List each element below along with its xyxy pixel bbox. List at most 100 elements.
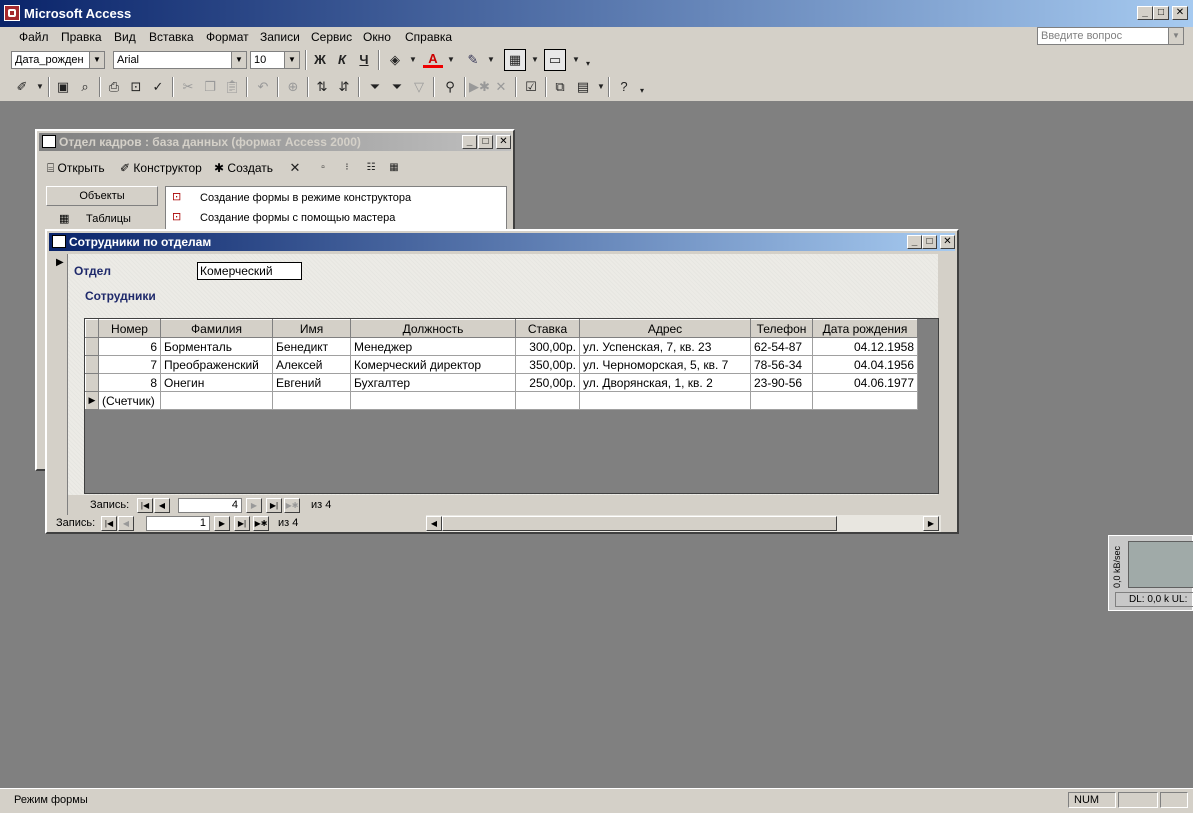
large-icons-icon[interactable]: ▫ (313, 158, 333, 178)
delete-record-icon[interactable]: ✕ (491, 77, 511, 97)
bold-button[interactable]: Ж (310, 50, 330, 70)
new-record-arrow-icon[interactable]: ▶ (85, 391, 99, 410)
new-object-icon[interactable]: ▤ (573, 77, 593, 97)
department-field[interactable]: Комерческий (197, 262, 302, 280)
cell-phone[interactable]: 78-56-34 (750, 355, 813, 374)
maximize-icon[interactable]: □ (1153, 6, 1169, 20)
cell-surname[interactable]: Преображенский (160, 355, 273, 374)
column-header-surname[interactable]: Фамилия (160, 319, 273, 338)
menu-edit[interactable]: Правка (61, 30, 102, 44)
cell-position[interactable]: Бухгалтер (350, 373, 516, 392)
field-select[interactable]: Дата_рожден ▼ (11, 51, 105, 69)
cell-empty[interactable] (160, 391, 273, 410)
cell-address[interactable]: ул. Черноморская, 5, кв. 7 (579, 355, 751, 374)
list-item[interactable]: Создание формы в режиме конструктора (200, 192, 411, 204)
menu-tools[interactable]: Сервис (311, 30, 352, 44)
first-record-icon[interactable]: |◀ (101, 516, 117, 531)
cell-number-new[interactable]: (Счетчик) (98, 391, 161, 410)
column-header-rate[interactable]: Ставка (515, 319, 580, 338)
last-record-icon[interactable]: ▶| (234, 516, 250, 531)
cell-empty[interactable] (750, 391, 813, 410)
print-icon[interactable]: ⎙ (104, 77, 124, 97)
cell-position[interactable]: Комерческий директор (350, 355, 516, 374)
column-header-phone[interactable]: Телефон (750, 319, 813, 338)
list-icon[interactable]: ☷ (361, 158, 381, 178)
new-record-icon[interactable]: ▶✱ (253, 516, 269, 531)
close-icon[interactable]: ✕ (496, 135, 511, 149)
new-record-icon[interactable]: ▶✱ (469, 77, 490, 97)
cell-birthdate[interactable]: 04.12.1958 (812, 337, 918, 356)
paste-icon[interactable]: 📋︎ (222, 77, 242, 97)
cell-number[interactable]: 8 (98, 373, 161, 392)
table-row[interactable]: 6 Борменталь Бенедикт Менеджер 300,00р. … (85, 337, 918, 356)
maximize-icon[interactable]: □ (922, 235, 937, 249)
font-size-select[interactable]: 10 ▼ (250, 51, 300, 69)
cell-empty[interactable] (812, 391, 918, 410)
chevron-down-icon[interactable]: ▼ (89, 52, 104, 68)
close-icon[interactable]: ✕ (1172, 6, 1188, 20)
cell-name[interactable]: Алексей (272, 355, 351, 374)
chevron-down-icon[interactable]: ▼ (231, 52, 246, 68)
menu-insert[interactable]: Вставка (149, 30, 194, 44)
last-record-icon[interactable]: ▶| (266, 498, 282, 513)
list-item[interactable]: Создание формы с помощью мастера (200, 212, 395, 224)
chevron-down-icon[interactable]: ▼ (525, 50, 545, 70)
toolbar-options-icon[interactable]: ▾ (578, 54, 598, 74)
view-design-icon[interactable]: ✐ (12, 77, 32, 97)
help-icon[interactable]: ? (614, 77, 634, 97)
cell-number[interactable]: 6 (98, 337, 161, 356)
cell-empty[interactable] (350, 391, 516, 410)
cell-birthdate[interactable]: 04.06.1977 (812, 373, 918, 392)
record-selector-bar[interactable]: ▶ (52, 254, 68, 516)
menu-view[interactable]: Вид (114, 30, 136, 44)
new-record-row[interactable]: ▶ (Счетчик) (85, 391, 918, 410)
menu-file[interactable]: Файл (19, 30, 49, 44)
cell-rate[interactable]: 250,00р. (515, 373, 580, 392)
cell-address[interactable]: ул. Дворянская, 1, кв. 2 (579, 373, 751, 392)
chevron-down-icon[interactable]: ▼ (284, 52, 299, 68)
menu-help[interactable]: Справка (405, 30, 452, 44)
row-selector[interactable] (85, 373, 99, 392)
main-record-input[interactable]: 1 (146, 516, 210, 531)
chevron-down-icon[interactable]: ▼ (441, 50, 461, 70)
details-icon[interactable]: ▦ (384, 158, 404, 178)
undo-icon[interactable]: ↶ (253, 77, 273, 97)
hyperlink-icon[interactable]: ⊕ (283, 77, 303, 97)
filter-by-form-icon[interactable]: ⏷ (387, 77, 407, 97)
table-row[interactable]: 7 Преображенский Алексей Комерческий дир… (85, 355, 918, 374)
cell-name[interactable]: Бенедикт (272, 337, 351, 356)
cell-surname[interactable]: Борменталь (160, 337, 273, 356)
previous-record-icon[interactable]: ◀ (118, 516, 134, 531)
chevron-down-icon[interactable]: ▼ (481, 50, 501, 70)
cell-birthdate[interactable]: 04.04.1956 (812, 355, 918, 374)
horizontal-scrollbar[interactable]: ◀ ▶ (426, 515, 941, 532)
cell-empty[interactable] (272, 391, 351, 410)
minimize-icon[interactable]: _ (462, 135, 477, 149)
tables-item[interactable]: Таблицы (86, 213, 131, 225)
cell-rate[interactable]: 300,00р. (515, 337, 580, 356)
database-window-icon[interactable]: ⧉ (550, 77, 570, 97)
search-icon[interactable]: ⌕ (75, 77, 95, 97)
apply-filter-icon[interactable]: ▽ (409, 77, 429, 97)
line-color-icon[interactable]: ✎ (463, 50, 483, 70)
cell-address[interactable]: ул. Успенская, 7, кв. 23 (579, 337, 751, 356)
scroll-left-icon[interactable]: ◀ (426, 516, 442, 531)
table-row[interactable]: 8 Онегин Евгений Бухгалтер 250,00р. ул. … (85, 373, 918, 392)
underline-button[interactable]: Ч (354, 50, 374, 70)
cell-empty[interactable] (579, 391, 751, 410)
delete-icon[interactable]: ✕ (285, 158, 305, 178)
cell-phone[interactable]: 62-54-87 (750, 337, 813, 356)
italic-button[interactable]: К (332, 50, 352, 70)
cell-phone[interactable]: 23-90-56 (750, 373, 813, 392)
menu-window[interactable]: Окно (363, 30, 391, 44)
employees-subform[interactable]: Номер Фамилия Имя Должность Ставка Адрес… (84, 318, 939, 494)
fill-color-icon[interactable]: ◈ (385, 50, 405, 70)
design-button[interactable]: ✐ Конструктор (120, 161, 202, 175)
form-window[interactable]: Сотрудники по отделам _ □ ✕ ▶ Отдел Коме… (45, 229, 959, 534)
sort-descending-icon[interactable]: ⇵ (334, 77, 354, 97)
row-selector[interactable] (85, 337, 99, 356)
open-button[interactable]: ⌸ Открыть (47, 161, 105, 176)
row-selector[interactable] (85, 355, 99, 374)
properties-icon[interactable]: ☑ (521, 77, 541, 97)
column-header-name[interactable]: Имя (272, 319, 351, 338)
